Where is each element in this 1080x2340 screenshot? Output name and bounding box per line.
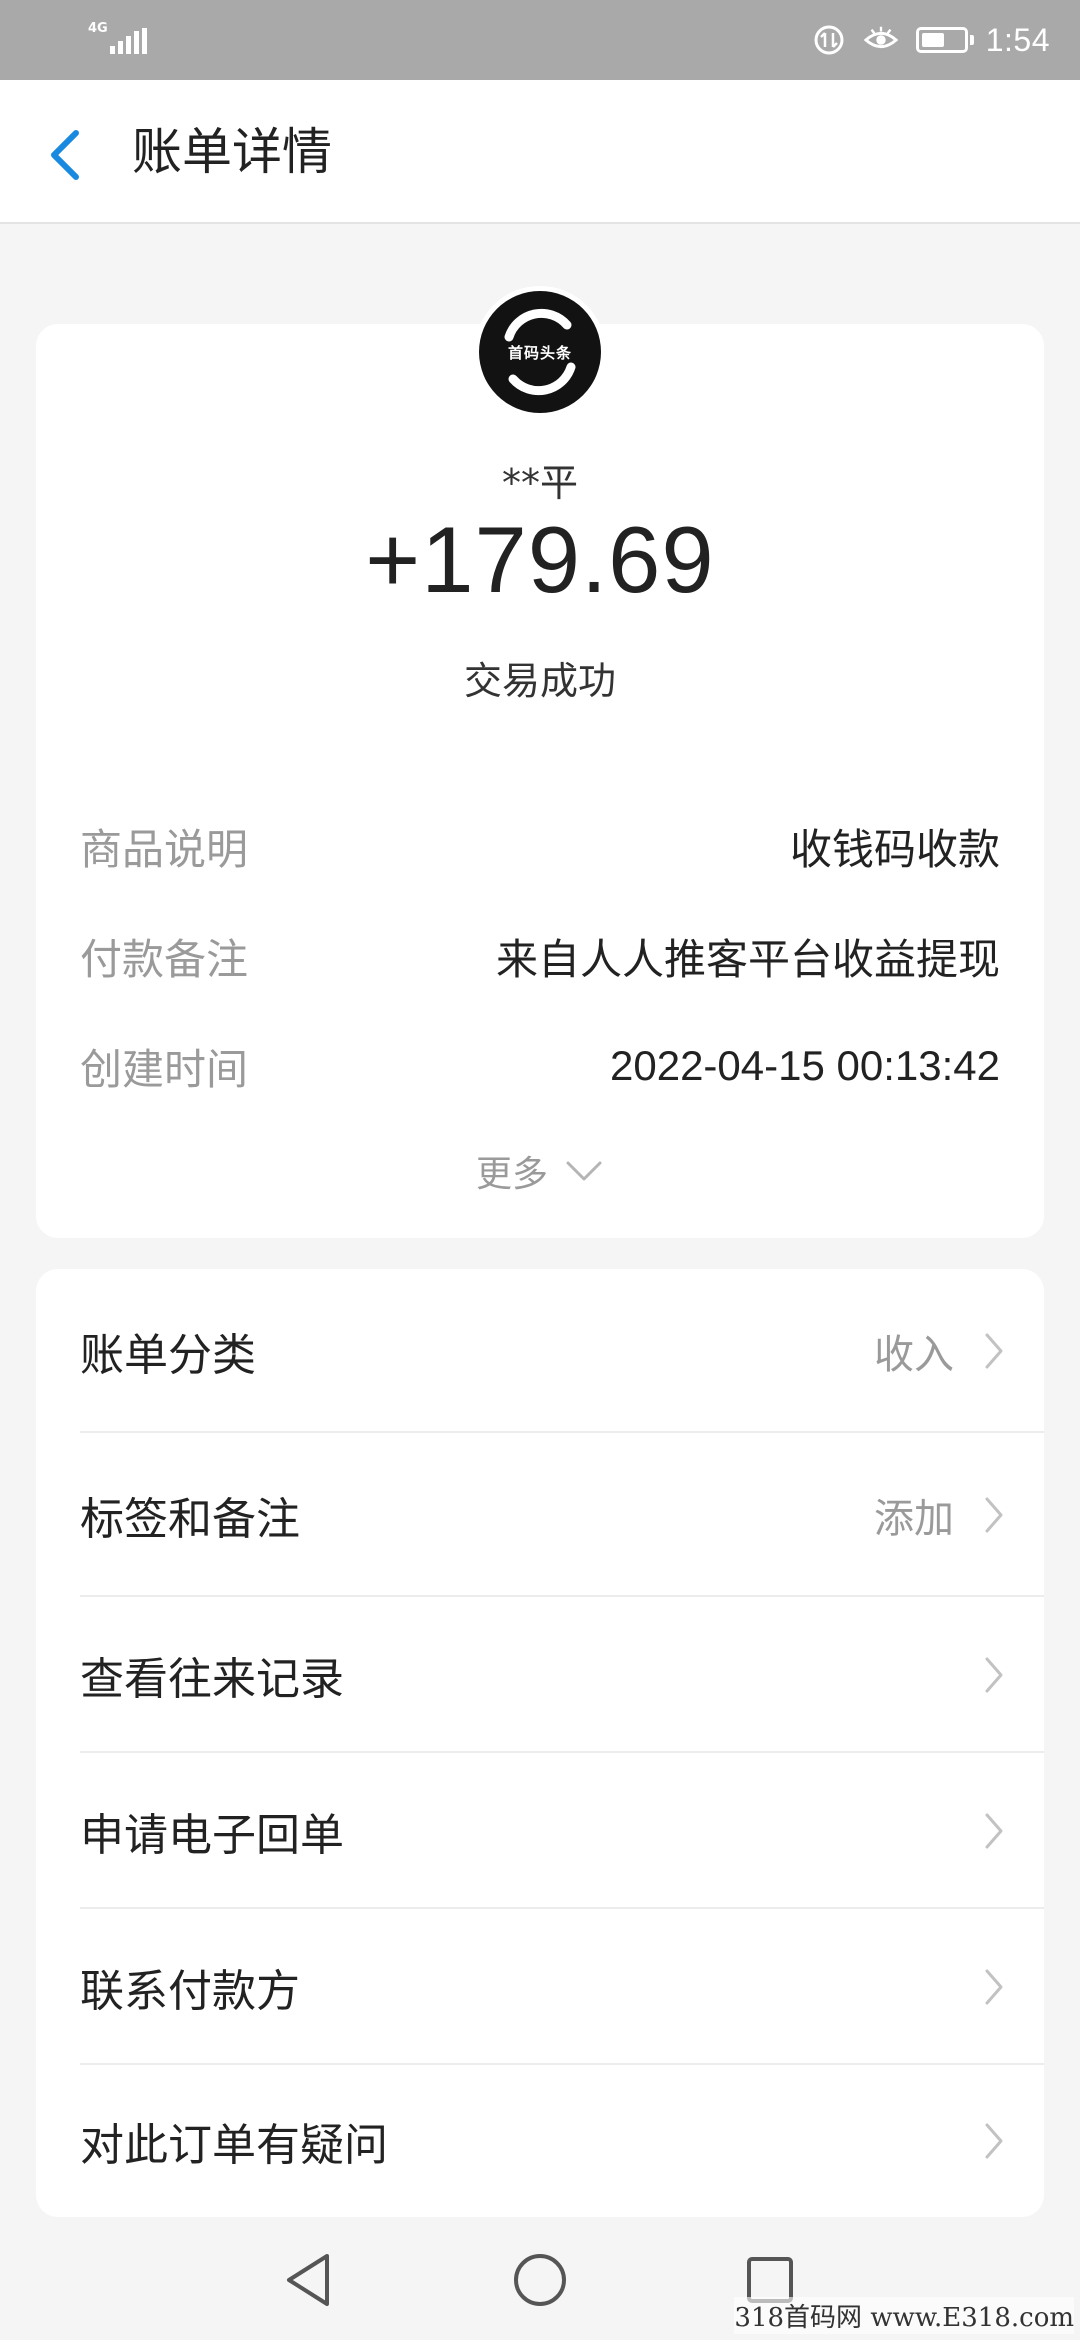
detail-value: 2022-04-15 00:13:42 xyxy=(610,1042,1000,1089)
detail-row-remark: 付款备注 来自人人推客平台收益提现 xyxy=(80,926,1000,986)
data-saver-icon xyxy=(812,23,846,57)
avatar-text: 首码头条 xyxy=(507,343,572,362)
battery-icon xyxy=(915,27,974,53)
list-item-contact-payer[interactable]: 联系付款方 xyxy=(36,1909,1044,2065)
watermark: 318首码网 www.E318.com xyxy=(734,2297,1074,2334)
more-button[interactable]: 更多 xyxy=(36,1146,1044,1196)
row-label: 申请电子回单 xyxy=(80,1810,344,1861)
list-item-tags-notes[interactable]: 标签和备注 添加 xyxy=(36,1433,1044,1597)
app-header: 账单详情 xyxy=(0,80,1080,224)
row-label: 联系付款方 xyxy=(80,1966,300,2017)
chevron-right-icon xyxy=(985,1333,1003,1369)
circle-home-icon xyxy=(514,2254,566,2306)
list-item-order-question[interactable]: 对此订单有疑问 xyxy=(36,2065,1044,2217)
list-item-transaction-history[interactable]: 查看往来记录 xyxy=(36,1597,1044,1753)
row-label: 账单分类 xyxy=(80,1330,256,1381)
network-type: 4G xyxy=(88,21,108,36)
chevron-left-icon xyxy=(51,130,79,180)
list-item-bill-category[interactable]: 账单分类 收入 xyxy=(36,1269,1044,1433)
chevron-right-icon xyxy=(985,1497,1003,1533)
row-label: 对此订单有疑问 xyxy=(80,2120,388,2171)
chevron-right-icon xyxy=(985,1969,1003,2005)
bill-summary-card: 首码头条 **平 +179.69 交易成功 商品说明 收钱码收款 付款备注 来自… xyxy=(36,286,1044,1238)
back-button[interactable] xyxy=(36,120,96,190)
nav-back-button[interactable] xyxy=(278,2250,338,2310)
detail-label: 付款备注 xyxy=(80,934,249,984)
payer-avatar[interactable]: 首码头条 xyxy=(474,286,606,418)
row-value: 收入 xyxy=(874,1332,954,1378)
chevron-right-icon xyxy=(985,2123,1003,2159)
payer-name: **平 xyxy=(501,461,578,505)
detail-label: 创建时间 xyxy=(80,1044,249,1094)
cellular-signal-icon: 4G xyxy=(88,20,148,60)
more-label: 更多 xyxy=(475,1154,548,1195)
chevron-right-icon xyxy=(985,1657,1003,1693)
list-item-e-receipt[interactable]: 申请电子回单 xyxy=(36,1753,1044,1909)
triangle-back-icon xyxy=(287,2254,329,2306)
chevron-down-icon xyxy=(566,1161,602,1181)
row-label: 查看往来记录 xyxy=(80,1654,344,1705)
detail-row-created-time: 创建时间 2022-04-15 00:13:42 xyxy=(80,1036,1000,1096)
chevron-right-icon xyxy=(985,1813,1003,1849)
detail-label: 商品说明 xyxy=(80,824,249,874)
nav-home-button[interactable] xyxy=(510,2250,570,2310)
bill-actions-card: 账单分类 收入 标签和备注 添加 查看往来记录 申请电子回单 联系付款方 对此订… xyxy=(36,1269,1044,2217)
detail-value: 来自人人推客平台收益提现 xyxy=(495,934,1000,984)
row-value: 添加 xyxy=(874,1496,954,1542)
detail-value: 收钱码收款 xyxy=(789,824,1000,874)
detail-row-product: 商品说明 收钱码收款 xyxy=(80,816,1000,876)
transaction-status: 交易成功 xyxy=(463,659,616,703)
transaction-amount: +179.69 xyxy=(365,507,715,612)
system-nav-bar: 318首码网 www.E318.com xyxy=(0,2220,1080,2340)
eye-comfort-icon xyxy=(863,23,898,57)
clock: 1:54 xyxy=(985,21,1050,58)
page-title: 账单详情 xyxy=(132,123,332,181)
row-label: 标签和备注 xyxy=(80,1494,300,1545)
status-bar: 4G 1:54 xyxy=(0,0,1080,80)
